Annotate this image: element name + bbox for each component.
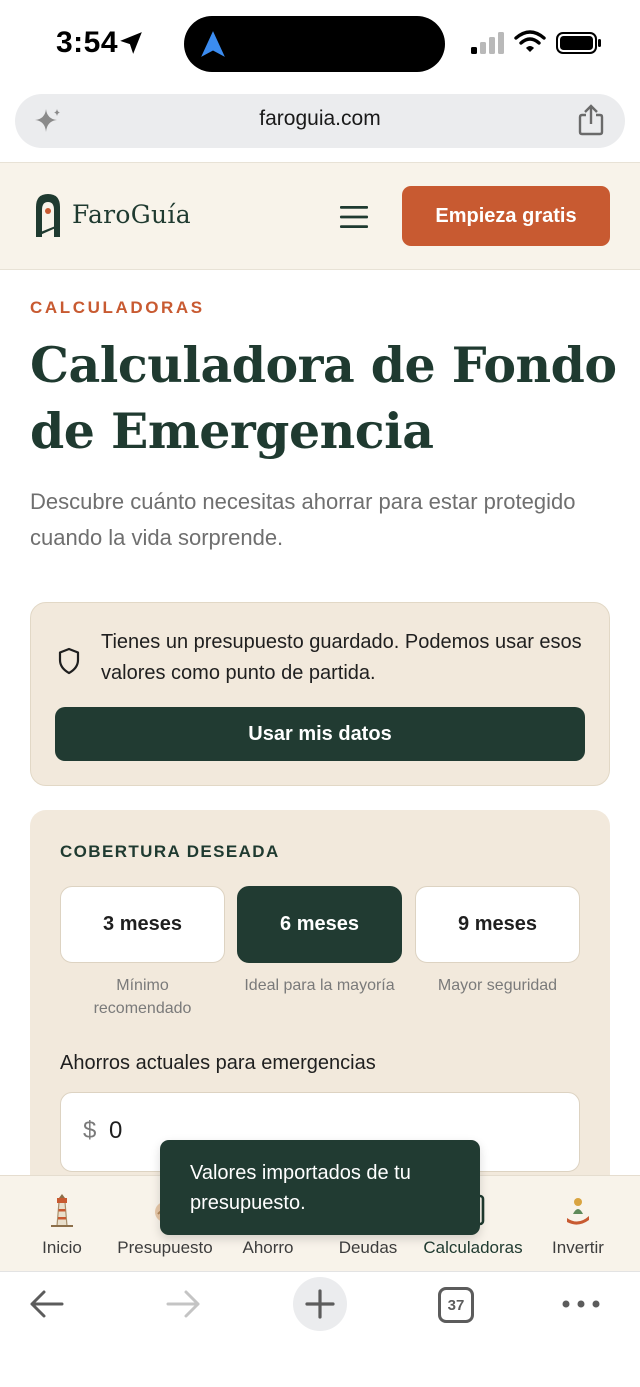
- shield-icon: [58, 647, 80, 675]
- notice-text: Tienes un presupuesto guardado. Podemos …: [101, 631, 582, 684]
- battery-icon: [556, 32, 601, 54]
- use-my-data-button[interactable]: Usar mis datos: [55, 707, 585, 761]
- saved-budget-notice: Tienes un presupuesto guardado. Podemos …: [30, 602, 610, 786]
- coverage-caption-3-months: Mínimo recomendado: [93, 977, 192, 1017]
- coverage-caption-6-months: Ideal para la mayoría: [244, 977, 395, 994]
- plus-icon: [305, 1289, 335, 1319]
- address-bar[interactable]: faroguia.com: [15, 94, 625, 148]
- more-options-icon[interactable]: [560, 1294, 602, 1314]
- invest-icon: [567, 1198, 589, 1225]
- lighthouse-icon: [51, 1194, 73, 1227]
- new-tab-button[interactable]: [293, 1277, 347, 1331]
- start-free-button[interactable]: Empieza gratis: [402, 186, 610, 246]
- coverage-caption-9-months: Mayor seguridad: [437, 977, 558, 994]
- site-header: FaroGuía Empieza gratis: [0, 162, 640, 270]
- dynamic-island: [184, 16, 445, 72]
- coverage-option-6-months[interactable]: 6 meses: [237, 886, 402, 963]
- coverage-option-3-months[interactable]: 3 meses: [60, 886, 225, 963]
- nav-item-inicio[interactable]: Inicio: [22, 1176, 102, 1272]
- wifi-icon: [514, 30, 546, 52]
- status-bar: 3:54: [0, 0, 640, 88]
- location-arrow-icon: [120, 32, 142, 54]
- nav-label-invertir: Invertir: [552, 1238, 604, 1257]
- nav-label-presupuesto: Presupuesto: [117, 1238, 213, 1257]
- savings-label: Ahorros actuales para emergencias: [60, 1052, 376, 1074]
- nav-label-calculadoras: Calculadoras: [423, 1238, 523, 1257]
- nav-label-ahorro: Ahorro: [242, 1238, 294, 1257]
- page-subtitle: Descubre cuánto necesitas ahorrar para e…: [30, 489, 576, 550]
- forward-arrow-icon[interactable]: [164, 1288, 202, 1320]
- import-toast: Valores importados de tu presupuesto.: [160, 1140, 480, 1235]
- url-text[interactable]: faroguia.com: [15, 107, 625, 131]
- currency-symbol: $: [83, 1117, 97, 1144]
- coverage-option-9-months[interactable]: 9 meses: [415, 886, 580, 963]
- tabs-button[interactable]: 37: [438, 1287, 474, 1323]
- share-icon[interactable]: [577, 104, 605, 136]
- browser-toolbar: 37: [0, 1271, 640, 1387]
- coverage-label: COBERTURA DESEADA: [60, 842, 280, 861]
- savings-input-value[interactable]: 0: [109, 1117, 122, 1145]
- status-time: 3:54: [56, 26, 119, 59]
- lighthouse-logo-icon[interactable]: [32, 191, 64, 239]
- navigation-icon: [201, 31, 225, 57]
- nav-label-deudas: Deudas: [338, 1238, 398, 1257]
- logo-text[interactable]: FaroGuía: [72, 200, 191, 229]
- menu-icon[interactable]: [338, 203, 370, 231]
- page-title: Calculadora de Fondo de Emergencia: [30, 336, 617, 460]
- cellular-signal-icon: [471, 32, 504, 54]
- nav-label-inicio: Inicio: [42, 1238, 82, 1257]
- back-arrow-icon[interactable]: [28, 1288, 66, 1320]
- nav-item-invertir[interactable]: Invertir: [538, 1176, 618, 1272]
- section-eyebrow: CALCULADORAS: [30, 298, 205, 317]
